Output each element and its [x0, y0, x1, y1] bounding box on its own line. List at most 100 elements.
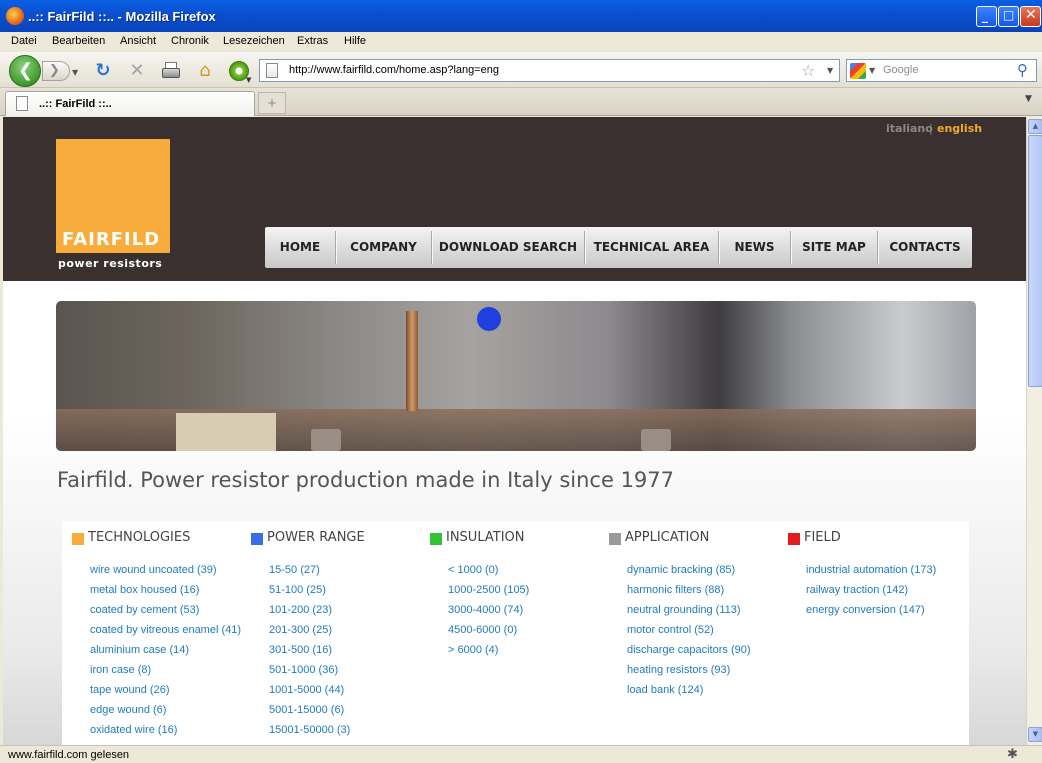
engine-dropdown-icon[interactable]: ▼ — [869, 66, 875, 75]
forward-arrow-icon[interactable]: ❯ — [42, 61, 70, 81]
nav-technical-area[interactable]: TECHNICAL AREA — [585, 227, 718, 268]
new-tab-button[interactable]: + — [258, 92, 286, 114]
menu-extras[interactable]: Extras — [297, 35, 328, 47]
page-icon — [16, 96, 28, 111]
tab-fairfild[interactable]: ..:: FairFild ::.. — [5, 91, 255, 116]
category-link[interactable]: aluminium case (14) — [90, 644, 241, 664]
hero-banner-image — [56, 301, 976, 451]
category-link[interactable]: heating resistors (93) — [627, 664, 751, 684]
category-color-square — [788, 533, 800, 545]
category-link[interactable]: 201-300 (25) — [269, 624, 350, 644]
tab-list-icon[interactable]: ▼ — [1025, 94, 1032, 104]
category-link[interactable]: oxidated wire (16) — [90, 724, 241, 744]
category-link[interactable]: 15-50 (27) — [269, 564, 350, 584]
menu-bearbeiten[interactable]: Bearbeiten — [52, 35, 105, 47]
menu-ansicht[interactable]: Ansicht — [120, 35, 156, 47]
tab-title: ..:: FairFild ::.. — [39, 98, 112, 110]
category-link[interactable]: > 6000 (4) — [448, 644, 529, 664]
category-link[interactable]: dynamic bracking (85) — [627, 564, 751, 584]
menu-hilfe[interactable]: Hilfe — [344, 35, 366, 47]
fairfild-logo[interactable]: FAIRFILD — [56, 139, 170, 253]
category-link[interactable]: metal box housed (16) — [90, 584, 241, 604]
category-link[interactable]: 101-200 (23) — [269, 604, 350, 624]
history-dropdown-icon[interactable]: ▼ — [72, 68, 78, 77]
nav-company[interactable]: COMPANY — [336, 227, 431, 268]
category-title: TECHNOLOGIES — [88, 530, 191, 545]
menu-lesezeichen[interactable]: Lesezeichen — [223, 35, 285, 47]
nav-download-search[interactable]: DOWNLOAD SEARCH — [432, 227, 584, 268]
menu-datei[interactable]: Datei — [11, 35, 37, 47]
google-engine-icon[interactable] — [850, 63, 866, 79]
minimize-button[interactable]: _ — [976, 6, 997, 27]
category-link[interactable]: tape wound (26) — [90, 684, 241, 704]
logo-word: FAIRFILD — [62, 229, 161, 250]
category-link[interactable]: discharge capacitors (90) — [627, 644, 751, 664]
category-link[interactable]: motor control (52) — [627, 624, 751, 644]
category-link[interactable]: 51-100 (25) — [269, 584, 350, 604]
category-link[interactable]: industrial automation (173) — [806, 564, 936, 584]
window-title: ..:: FairFild ::.. - Mozilla Firefox — [28, 9, 216, 24]
search-placeholder[interactable]: Google — [883, 64, 918, 76]
tab-bar: ..:: FairFild ::.. + ▼ — [0, 88, 1042, 116]
scroll-thumb[interactable] — [1028, 135, 1042, 387]
lang-separator: | — [929, 122, 933, 135]
blue-dot — [477, 307, 501, 331]
bug-icon: ✱ — [1007, 747, 1018, 762]
category-link[interactable]: coated by vitreous enamel (41) — [90, 624, 241, 644]
category-link[interactable]: 301-500 (16) — [269, 644, 350, 664]
category-panel: TECHNOLOGIES wire wound uncoated (39) met… — [62, 521, 969, 745]
page-icon — [266, 63, 278, 78]
category-link[interactable]: wire wound uncoated (39) — [90, 564, 241, 584]
lang-italiano[interactable]: italiano — [886, 122, 933, 135]
reload-icon[interactable]: ↻ — [92, 60, 114, 82]
url-text[interactable]: http://www.fairfild.com/home.asp?lang=en… — [289, 64, 499, 76]
category-link[interactable]: 1001-5000 (44) — [269, 684, 350, 704]
category-link[interactable]: iron case (8) — [90, 664, 241, 684]
status-bar: www.fairfild.com gelesen ✱ — [0, 745, 1042, 763]
vertical-scrollbar[interactable]: ▲ ▼ — [1026, 117, 1042, 745]
scroll-down-icon[interactable]: ▼ — [1028, 727, 1042, 742]
page-headline: Fairfild. Power resistor production made… — [57, 468, 675, 492]
close-button[interactable]: ✕ — [1020, 6, 1041, 27]
category-link[interactable]: 5001-15000 (6) — [269, 704, 350, 724]
category-title: APPLICATION — [625, 530, 710, 545]
maximize-button[interactable]: □ — [998, 6, 1019, 27]
category-link[interactable]: 3000-4000 (74) — [448, 604, 529, 624]
home-icon[interactable]: ⌂ — [194, 60, 216, 82]
category-link[interactable]: < 1000 (0) — [448, 564, 529, 584]
addon-dropdown-icon[interactable]: ▼ — [246, 76, 251, 84]
category-link[interactable]: load bank (124) — [627, 684, 751, 704]
url-bar[interactable]: http://www.fairfild.com/home.asp?lang=en… — [259, 59, 840, 82]
category-link[interactable]: 1000-2500 (105) — [448, 584, 529, 604]
firefox-icon — [6, 7, 24, 25]
page-viewport: italiano | english FAIRFILD power resist… — [3, 117, 1026, 745]
category-color-square — [430, 533, 442, 545]
search-bar[interactable]: ▼ Google ⚲ — [846, 59, 1037, 82]
category-link[interactable]: energy conversion (147) — [806, 604, 936, 624]
url-dropdown-icon[interactable]: ▼ — [827, 66, 833, 75]
window-titlebar: ..:: FairFild ::.. - Mozilla Firefox _ □… — [0, 0, 1042, 32]
nav-home[interactable]: HOME — [265, 227, 335, 268]
stop-icon[interactable]: ✕ — [126, 60, 148, 82]
category-link[interactable]: coated by cement (53) — [90, 604, 241, 624]
site-header: italiano | english FAIRFILD power resist… — [3, 117, 1026, 281]
search-magnifier-icon[interactable]: ⚲ — [1017, 61, 1028, 79]
lang-english[interactable]: english — [937, 122, 982, 135]
category-color-square — [72, 533, 84, 545]
nav-contacts[interactable]: CONTACTS — [878, 227, 972, 268]
scroll-up-icon[interactable]: ▲ — [1028, 119, 1042, 134]
back-arrow-icon[interactable]: ❮ — [9, 55, 41, 87]
category-link[interactable]: neutral grounding (113) — [627, 604, 751, 624]
category-link[interactable]: edge wound (6) — [90, 704, 241, 724]
menu-bar: Datei Bearbeiten Ansicht Chronik Lesezei… — [0, 32, 1042, 52]
nav-site-map[interactable]: SITE MAP — [791, 227, 877, 268]
category-link[interactable]: 15001-50000 (3) — [269, 724, 350, 744]
menu-chronik[interactable]: Chronik — [171, 35, 209, 47]
print-icon[interactable] — [160, 60, 182, 82]
bookmark-star-icon[interactable]: ☆ — [801, 61, 815, 80]
nav-news[interactable]: NEWS — [719, 227, 790, 268]
category-link[interactable]: 501-1000 (36) — [269, 664, 350, 684]
category-link[interactable]: 4500-6000 (0) — [448, 624, 529, 644]
category-link[interactable]: harmonic filters (88) — [627, 584, 751, 604]
category-link[interactable]: railway traction (142) — [806, 584, 936, 604]
